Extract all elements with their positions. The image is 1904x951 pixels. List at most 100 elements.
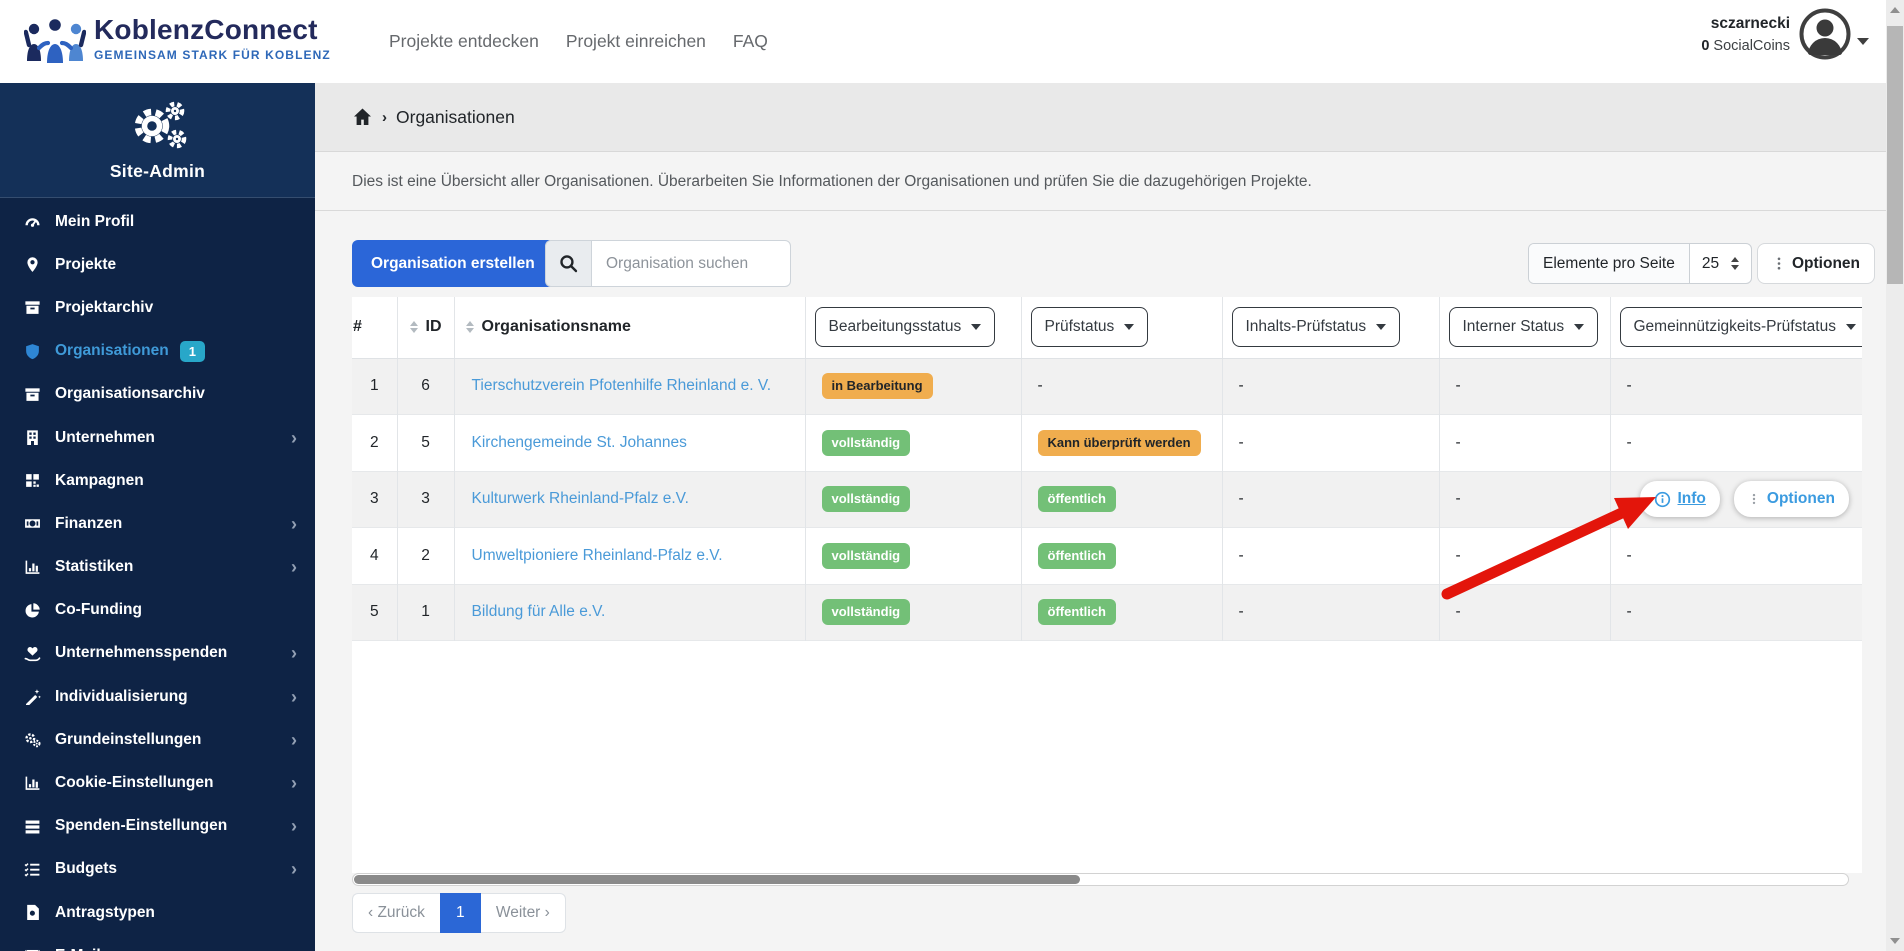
nav-link-projekt-einreichen[interactable]: Projekt einreichen: [566, 31, 706, 52]
status-badge: öffentlich: [1037, 599, 1116, 626]
horizontal-scrollbar[interactable]: [352, 873, 1849, 886]
cell-status: vollständig: [805, 414, 1022, 471]
top-header: KoblenzConnect GEMEINSAM STARK FÜR KOBLE…: [0, 0, 1904, 83]
per-page-select[interactable]: 25: [1690, 244, 1751, 283]
org-link[interactable]: Bildung für Alle e.V.: [456, 603, 606, 621]
vertical-scrollbar-thumb[interactable]: [1887, 26, 1903, 284]
filter-interner-status[interactable]: Interner Status: [1448, 307, 1599, 348]
organisations-table: # ID Organisationsname Bearbeitungsstatus Pr…: [352, 297, 1862, 873]
caret-down-icon: [971, 324, 982, 331]
sidebar-item-label: Organisationen: [55, 342, 169, 360]
filter-pr-fstatus[interactable]: Prüfstatus: [1030, 307, 1149, 348]
cell-status-empty: -: [1439, 358, 1611, 415]
gears-logo-icon: [126, 98, 190, 159]
magic-wand-icon: [24, 688, 44, 706]
info-icon: [1654, 491, 1670, 507]
column-header-: #: [352, 297, 398, 359]
search-icon: [545, 240, 591, 287]
cell-status: in Bearbeitung: [805, 358, 1022, 415]
sidebar-header: Site-Admin: [0, 83, 315, 198]
cell-org-name: Umweltpioniere Rheinland-Pfalz e.V.: [454, 527, 806, 584]
cell-org-id: 2: [397, 527, 455, 584]
filter-inhalts-pr-fstatus[interactable]: Inhalts-Prüfstatus: [1231, 307, 1401, 348]
shield-icon: [24, 343, 44, 360]
cell-actions: Info Optionen: [1610, 471, 1862, 528]
page-description: Dies ist eine Übersicht aller Organisati…: [315, 153, 1886, 211]
pagination-current-page[interactable]: 1: [439, 893, 481, 933]
sidebar-item-label: Budgets: [55, 860, 117, 878]
sidebar-title: Site-Admin: [109, 161, 206, 181]
cell-status-empty: -: [1610, 584, 1862, 641]
logo[interactable]: KoblenzConnect GEMEINSAM STARK FÜR KOBLE…: [23, 15, 331, 74]
sidebar-item-statistiken[interactable]: Statistiken ›: [0, 546, 315, 589]
pagination-prev[interactable]: ‹ Zurück: [352, 893, 440, 933]
sidebar-item-mein-profil[interactable]: Mein Profil: [0, 200, 315, 243]
scroll-up-arrow-icon[interactable]: [1890, 7, 1900, 13]
sidebar-item-organisationsarchiv[interactable]: Organisationsarchiv: [0, 373, 315, 416]
column-header-organisationsname[interactable]: Organisationsname: [454, 297, 806, 359]
table-options-button[interactable]: Optionen: [1757, 243, 1876, 284]
sort-icon[interactable]: [465, 321, 474, 334]
create-organisation-button[interactable]: Organisation erstellen: [352, 240, 554, 287]
filter-gemeinn-tzigkeits-pr-fstatus[interactable]: Gemeinnützigkeits-Prüfstatus: [1619, 307, 1862, 348]
sidebar-item-projektarchiv[interactable]: Projektarchiv: [0, 286, 315, 329]
home-icon[interactable]: [352, 107, 373, 127]
cell-status: vollständig: [805, 527, 1022, 584]
row-options-button[interactable]: Optionen: [1733, 481, 1849, 518]
sidebar-item-unternehmen[interactable]: Unternehmen ›: [0, 416, 315, 459]
org-link[interactable]: Umweltpioniere Rheinland-Pfalz e.V.: [456, 547, 723, 565]
cell-status-empty: -: [1439, 414, 1611, 471]
sidebar-item-co-funding[interactable]: Co-Funding: [0, 589, 315, 632]
avatar[interactable]: [1799, 8, 1851, 60]
nav-link-projekte-entdecken[interactable]: Projekte entdecken: [389, 31, 539, 52]
envelope-icon: [24, 947, 44, 951]
cell-org-id: 5: [397, 414, 455, 471]
cell-org-id: 1: [397, 584, 455, 641]
sidebar-item-antragstypen[interactable]: Antragstypen: [0, 891, 315, 934]
filter-label: Interner Status: [1462, 318, 1565, 336]
sidebar-item-spenden-einstellungen[interactable]: Spenden-Einstellungen ›: [0, 805, 315, 848]
sidebar-item-e-mails[interactable]: E-Mails›: [0, 934, 315, 951]
sidebar-item-kampagnen[interactable]: Kampagnen: [0, 459, 315, 502]
sidebar-item-individualisierung[interactable]: Individualisierung ›: [0, 675, 315, 718]
breadcrumb-current: Organisationen: [396, 106, 515, 127]
row-info-button[interactable]: Info: [1639, 481, 1720, 518]
chevron-right-icon: ›: [291, 513, 297, 534]
org-link[interactable]: Tierschutzverein Pfotenhilfe Rheinland e…: [456, 377, 772, 395]
sidebar-item-finanzen[interactable]: Finanzen ›: [0, 502, 315, 545]
horizontal-scrollbar-thumb[interactable]: [354, 875, 1080, 884]
sidebar-item-label: Co-Funding: [55, 601, 142, 619]
sidebar-item-unternehmensspenden[interactable]: Unternehmensspenden ›: [0, 632, 315, 675]
org-link[interactable]: Kulturwerk Rheinland-Pfalz e.V.: [456, 490, 689, 508]
sidebar-item-organisationen[interactable]: Organisationen 1: [0, 330, 315, 373]
pie-chart-icon: [24, 602, 44, 619]
caret-down-icon: [1124, 324, 1135, 331]
pagination-next[interactable]: Weiter ›: [480, 893, 566, 933]
vertical-scrollbar[interactable]: [1886, 0, 1904, 951]
scroll-down-arrow-icon[interactable]: [1890, 938, 1900, 944]
cell-row-number: 5: [352, 584, 398, 641]
sidebar-item-label: Mein Profil: [55, 212, 135, 230]
user-menu-caret-icon[interactable]: [1857, 38, 1869, 45]
table-row: 4 2 Umweltpioniere Rheinland-Pfalz e.V. vol…: [352, 527, 1862, 584]
column-header-id[interactable]: ID: [397, 297, 455, 359]
cell-org-name: Tierschutzverein Pfotenhilfe Rheinland e…: [454, 358, 806, 415]
nav-link-faq[interactable]: FAQ: [733, 31, 768, 52]
sidebar-item-grundeinstellungen[interactable]: Grundeinstellungen ›: [0, 718, 315, 761]
chevron-right-icon: ›: [291, 816, 297, 837]
archive-icon: [24, 386, 44, 403]
main-content: › Organisationen Dies ist eine Übersicht…: [315, 83, 1886, 951]
checklist-icon: [24, 861, 44, 878]
pagination: ‹ Zurück 1 Weiter ›: [352, 893, 566, 933]
sidebar-items: Mein Profil Projekte Projektarchiv Organisa…: [0, 198, 315, 951]
dots-vertical-icon: [1777, 257, 1781, 270]
cell-status-empty: -: [1610, 358, 1862, 415]
sidebar-item-cookie-einstellungen[interactable]: Cookie-Einstellungen ›: [0, 761, 315, 804]
filter-bearbeitungsstatus[interactable]: Bearbeitungsstatus: [814, 307, 996, 348]
status-badge: vollständig: [821, 486, 911, 513]
search-input[interactable]: [591, 240, 791, 287]
org-link[interactable]: Kirchengemeinde St. Johannes: [456, 434, 687, 452]
sort-icon[interactable]: [409, 321, 418, 334]
sidebar-item-budgets[interactable]: Budgets ›: [0, 848, 315, 891]
sidebar-item-projekte[interactable]: Projekte: [0, 243, 315, 286]
